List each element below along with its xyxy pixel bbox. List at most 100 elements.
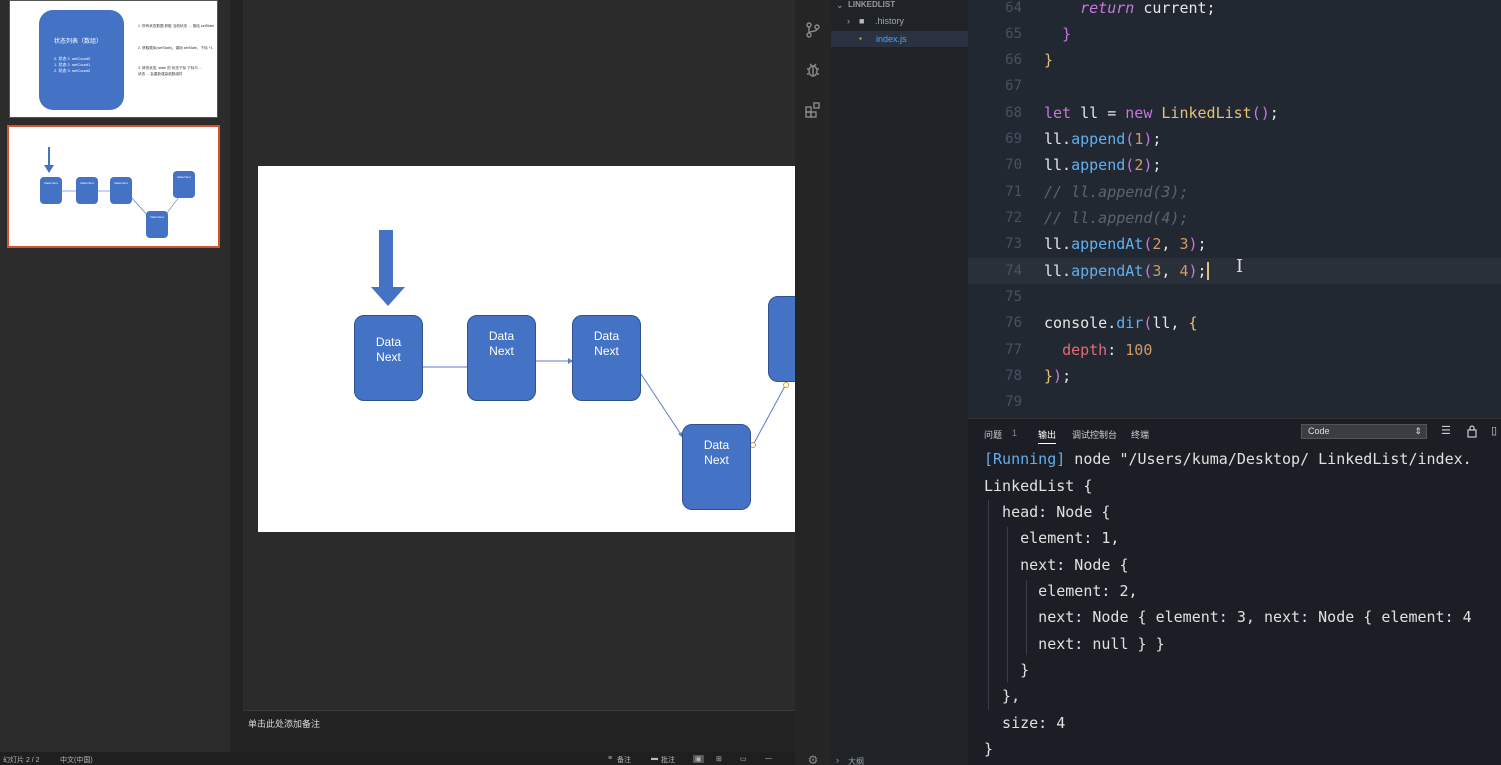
line-number: 65 — [1005, 26, 1022, 42]
history-folder-chevron-icon[interactable]: › — [847, 16, 850, 26]
slide-node-4[interactable]: Data Next — [682, 424, 751, 510]
source-control-icon[interactable] — [803, 21, 823, 41]
output-line: } — [984, 661, 1030, 679]
output-line: head: Node { — [984, 503, 1111, 521]
code-line-70: ll.append(2); — [1044, 156, 1162, 174]
slide-node-2[interactable]: Data Next — [467, 315, 536, 401]
output-line: } — [984, 740, 994, 758]
line-number: 67 — [1005, 78, 1022, 94]
extensions-icon[interactable] — [803, 101, 823, 121]
thumb2-node: Data Next — [40, 177, 62, 204]
zoom-slider[interactable]: — — [765, 755, 772, 762]
line-number: 69 — [1005, 131, 1022, 147]
tab-output[interactable]: 输出 — [1038, 428, 1057, 444]
thumb2-node: Data Next — [76, 177, 98, 204]
slide-thumbnail-2-selected[interactable]: Data Next Data Next Data Next Data Next … — [7, 125, 220, 248]
line-number: 73 — [1005, 236, 1022, 252]
output-channel-value: Code — [1308, 426, 1330, 436]
code-line-78: }); — [1044, 367, 1072, 385]
explorer-folder-title[interactable]: LINKEDLIST — [848, 0, 895, 9]
comments-toggle-button[interactable]: 批注 — [661, 755, 675, 765]
code-line-66: } — [1044, 51, 1054, 69]
output-line: element: 2, — [984, 582, 1138, 600]
problems-badge: 1 — [1012, 428, 1018, 438]
tab-debug-console[interactable]: 调试控制台 — [1072, 428, 1117, 441]
clear-output-icon[interactable]: ☰ — [1441, 424, 1451, 437]
slide-node-5[interactable]: DataNext — [768, 296, 795, 382]
running-command: node "/Users/kuma/Desktop/ LinkedList/in… — [1065, 450, 1472, 468]
thumb1-note: 状态 ... 会重新渲染函数组件 — [138, 72, 183, 76]
language-indicator[interactable]: 中文(中国) — [60, 755, 93, 765]
code-line-76: console.dir(ll, { — [1044, 314, 1198, 332]
slide-sorter-icon[interactable]: ⊞ — [716, 755, 722, 763]
explorer-sidebar: ⌄ LINKEDLIST › ■ .history ▪ index.js › 大… — [831, 0, 968, 765]
node-label-data: Data — [488, 329, 515, 343]
normal-view-icon[interactable]: ▣ — [693, 755, 704, 763]
outline-section-title[interactable]: 大纲 — [848, 756, 864, 765]
line-number: 79 — [1005, 394, 1022, 410]
code-line-72: // ll.append(4); — [1044, 209, 1189, 227]
notes-icon[interactable]: ≡ — [608, 755, 612, 762]
line-number: 78 — [1005, 368, 1022, 384]
reading-view-icon[interactable]: ▭ — [740, 755, 747, 763]
line-number: 77 — [1005, 342, 1022, 358]
node-label-data: Data — [375, 335, 402, 349]
run-line: [Running] node "/Users/kuma/Desktop/ Lin… — [984, 446, 1472, 472]
code-line-68: let ll = new LinkedList(); — [1044, 104, 1279, 122]
slide-linked-list-diagram[interactable]: DataNext DataNext DataNext DataNext Data… — [258, 166, 795, 532]
slide-thumbnail-pane: 状态列表（数组） 0. 状态 2. setCount0 1. 状态 2. set… — [0, 0, 230, 752]
slide-node-3[interactable]: Data Next — [572, 315, 641, 401]
thumb1-note: 1. 所有状态数据 获取 当前状态 → 推给 setState — [138, 24, 215, 28]
activity-bar: ⚙ — [795, 0, 831, 765]
code-line-73: ll.appendAt(2, 3); — [1044, 235, 1207, 253]
node-label-next: Next — [376, 350, 401, 364]
line-number: 64 — [1005, 0, 1022, 16]
slide-node-1[interactable]: Data Next — [354, 315, 423, 401]
pane-divider[interactable] — [230, 0, 243, 752]
line-number: 74 — [1005, 263, 1022, 279]
node-label-next: Next — [781, 325, 795, 340]
line-number: 76 — [1005, 315, 1022, 331]
tab-terminal[interactable]: 终端 — [1131, 428, 1149, 441]
node-label-next: Next — [489, 344, 514, 358]
close-panel-icon[interactable]: ▯ — [1491, 424, 1497, 437]
output-channel-select[interactable]: Code ⇕ — [1301, 424, 1427, 439]
slide-thumbnail-1[interactable]: 状态列表（数组） 0. 状态 2. setCount0 1. 状态 2. set… — [9, 0, 218, 118]
code-line-71: // ll.append(3); — [1044, 183, 1189, 201]
powerpoint-window: 状态列表（数组） 0. 状态 2. setCount0 1. 状态 2. set… — [0, 0, 795, 765]
ppt-status-bar: 幻灯片 2 / 2 中文(中国) ≡ 备注 ▬ 批注 ▣ ⊞ ▭ — — [0, 752, 795, 765]
text-cursor-ibeam-icon: I — [1236, 256, 1244, 277]
code-line-74: ll.appendAt(3, 4); — [1044, 262, 1209, 280]
explorer-item-index-js[interactable]: index.js — [876, 34, 907, 44]
outline-chevron-icon[interactable]: › — [836, 755, 839, 765]
output-line: element: 1, — [984, 529, 1120, 547]
code-line-64: return current; — [1080, 0, 1216, 17]
debug-icon[interactable] — [803, 61, 823, 81]
code-line-69: ll.append(1); — [1044, 130, 1162, 148]
node-label-next: Next — [704, 453, 729, 467]
running-tag: [Running] — [984, 450, 1066, 468]
explorer-item-history[interactable]: .history — [875, 16, 904, 26]
notes-toggle-button[interactable]: 备注 — [617, 755, 631, 765]
thumb2-node: Data Next — [110, 177, 132, 204]
settings-gear-icon[interactable]: ⚙ — [803, 750, 823, 765]
tab-problems[interactable]: 问题 — [984, 428, 1002, 441]
code-line-65: } — [1062, 25, 1072, 43]
comments-icon[interactable]: ▬ — [651, 755, 658, 762]
lock-scroll-icon[interactable] — [1467, 424, 1477, 438]
output-line: next: null } } — [984, 635, 1165, 653]
thumb1-note: 2. 获取顺序(setState)，调用 setState，下标 +1 — [138, 46, 213, 50]
thumb1-box-title: 状态列表（数组） — [54, 39, 103, 45]
output-line: LinkedList { — [984, 477, 1093, 495]
output-line: next: Node { — [984, 556, 1129, 574]
node-label-data: Data — [781, 310, 795, 325]
line-number: 71 — [1005, 184, 1022, 200]
thumb2-node: Data Next — [173, 171, 195, 198]
node-label-data: Data — [703, 438, 730, 452]
thumb2-node: Data Next — [146, 211, 168, 238]
explorer-chevron-icon[interactable]: ⌄ — [836, 0, 844, 11]
line-number: 75 — [1005, 289, 1022, 305]
line-number: 68 — [1005, 105, 1022, 121]
notes-pane[interactable]: 单击此处添加备注 — [243, 710, 795, 752]
output-line: }, — [984, 687, 1021, 705]
